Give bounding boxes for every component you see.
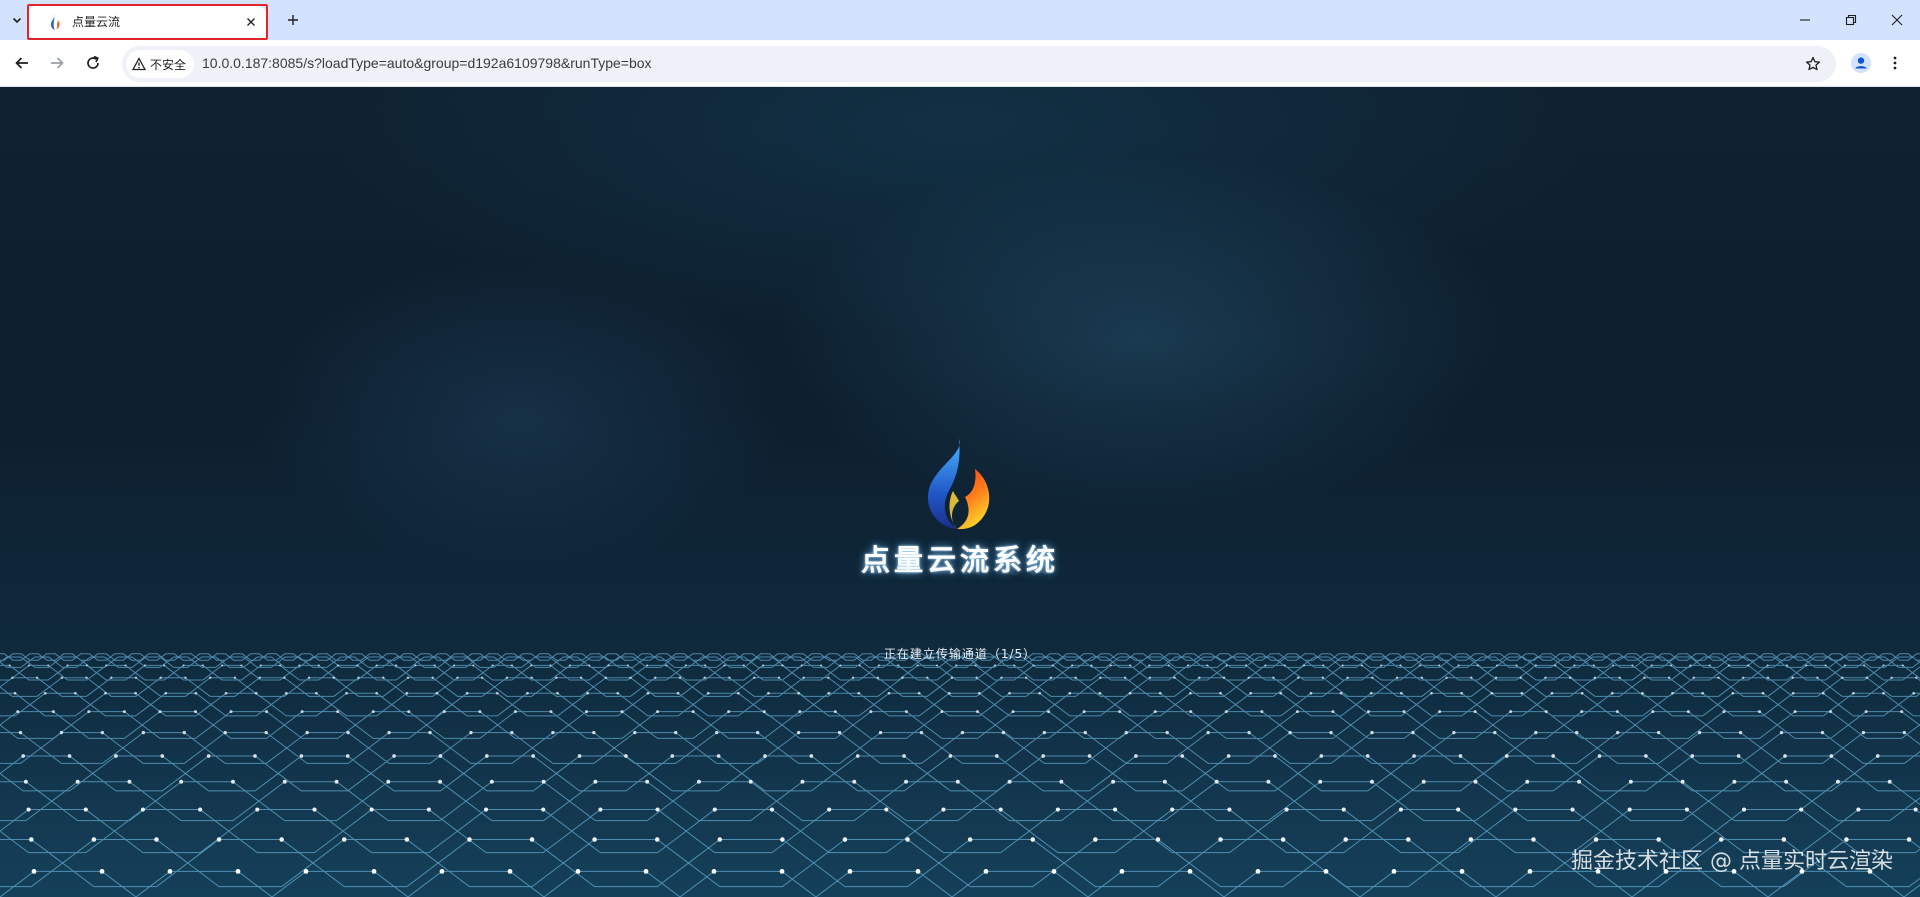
warning-triangle-icon xyxy=(132,57,146,71)
tab-strip: 点量云流 xyxy=(0,0,1920,40)
minimize-button[interactable] xyxy=(1782,0,1828,40)
connection-status-text: 正在建立传输通道（1/5） xyxy=(883,647,1037,661)
back-button[interactable] xyxy=(7,48,37,78)
chevron-down-icon xyxy=(12,17,22,24)
url-text[interactable]: 10.0.0.187:8085/s?loadType=auto&group=d1… xyxy=(202,55,652,71)
profile-avatar-icon xyxy=(1851,53,1871,73)
minimize-icon xyxy=(1800,19,1810,21)
watermark-text: 掘金技术社区 @ 点量实时云渲染 xyxy=(1571,849,1893,874)
restore-button[interactable] xyxy=(1828,0,1874,40)
active-tab[interactable]: 点量云流 xyxy=(28,6,266,40)
bookmark-button[interactable] xyxy=(1802,53,1824,75)
security-indicator[interactable]: 不安全 xyxy=(126,50,195,78)
tab-search-button[interactable] xyxy=(6,9,28,31)
arrow-right-icon xyxy=(51,57,64,69)
reload-button[interactable] xyxy=(78,48,108,78)
forward-button[interactable] xyxy=(42,48,72,78)
flame-logo-icon xyxy=(927,439,990,530)
plus-icon xyxy=(288,15,298,25)
star-icon xyxy=(1805,56,1821,71)
profile-button[interactable] xyxy=(1846,48,1876,78)
close-icon xyxy=(247,18,255,26)
tab-title: 点量云流 xyxy=(72,15,121,29)
browser-toolbar: 不安全 10.0.0.187:8085/s?loadType=auto&grou… xyxy=(0,40,1920,87)
reload-icon xyxy=(87,55,99,69)
address-bar[interactable]: 不安全 10.0.0.187:8085/s?loadType=auto&grou… xyxy=(122,46,1836,82)
restore-icon xyxy=(1845,14,1857,26)
security-label: 不安全 xyxy=(150,57,187,72)
close-icon xyxy=(1891,14,1903,26)
menu-button[interactable] xyxy=(1880,48,1910,78)
page-viewport: 点量云流系统 点量云流系统 正在建立传输通道（1/5） 掘金技术社区 @ 点量实… xyxy=(0,87,1920,897)
tab-close-button[interactable] xyxy=(242,13,260,31)
flame-logo-icon xyxy=(51,14,60,30)
window-close-button[interactable] xyxy=(1874,0,1920,40)
arrow-left-icon xyxy=(15,57,28,69)
new-tab-button[interactable] xyxy=(281,8,305,32)
app-title-reflection: 点量云流系统 xyxy=(860,563,1059,575)
more-vertical-icon xyxy=(1893,56,1897,70)
